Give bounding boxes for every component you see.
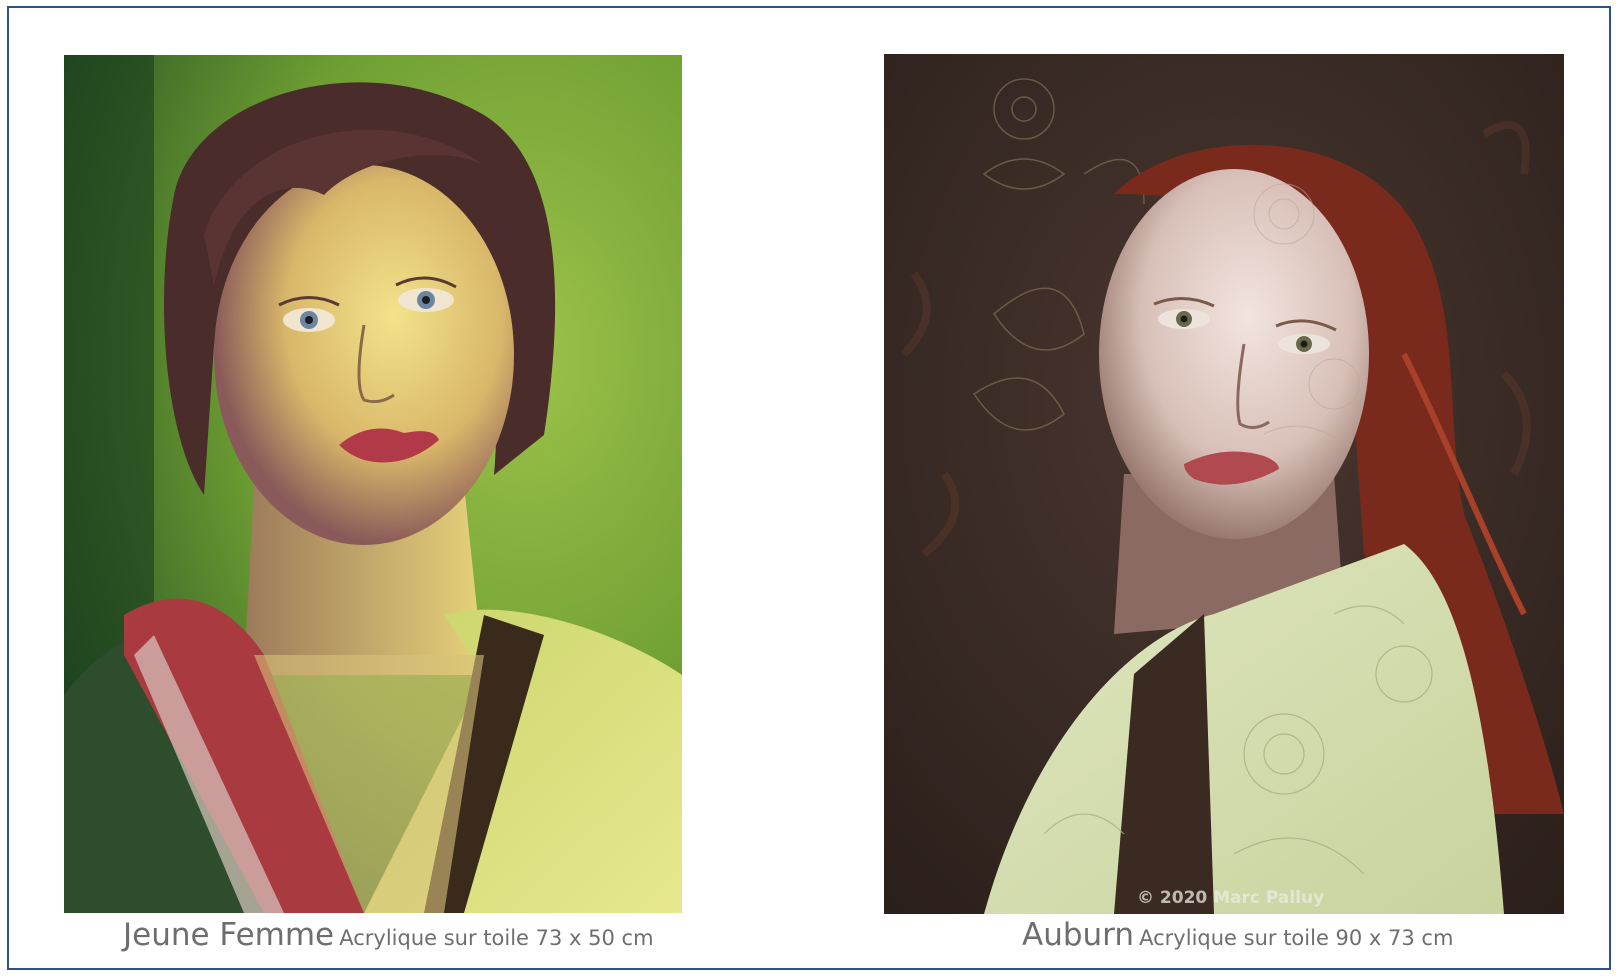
painting-jeune-femme — [64, 55, 682, 913]
painting-medium: Acrylique sur toile 73 x 50 cm — [339, 926, 654, 950]
caption-auburn: Auburn Acrylique sur toile 90 x 73 cm — [1022, 917, 1453, 953]
painting-auburn-image — [884, 54, 1564, 914]
caption-jeune-femme: Jeune Femme Acrylique sur toile 73 x 50 … — [123, 917, 654, 953]
watermark-text: © 2020 Marc Palluy — [1137, 888, 1325, 908]
painting-auburn: ˇ — [884, 54, 1564, 914]
painting-jeune-femme-image — [64, 55, 682, 913]
painting-medium: Acrylique sur toile 90 x 73 cm — [1139, 926, 1454, 950]
painting-title: Jeune Femme — [123, 917, 335, 953]
painting-title: Auburn — [1022, 917, 1135, 953]
